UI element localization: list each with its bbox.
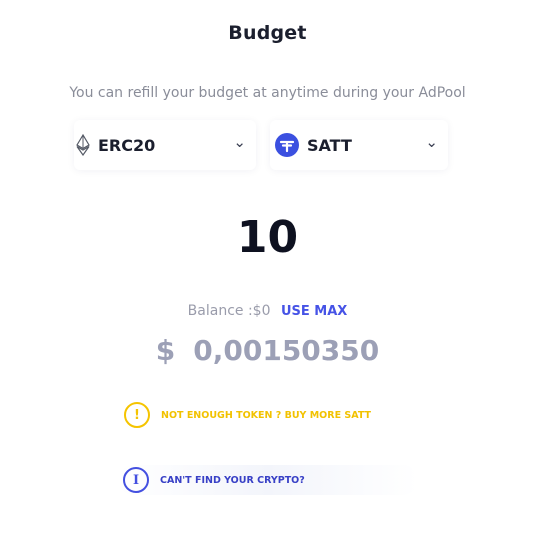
buy-more-satt-link[interactable]: ! NOT ENOUGH TOKEN ? BUY MORE SATT: [124, 402, 371, 428]
usd-equivalent: $0,00150350: [0, 334, 535, 367]
currency-symbol: $: [155, 334, 176, 367]
budget-subtitle: You can refill your budget at anytime du…: [69, 85, 466, 101]
balance-label: Balance :$0: [187, 303, 271, 319]
page-title: Budget: [228, 22, 307, 44]
info-circle-icon: i: [123, 467, 149, 493]
token-select[interactable]: SATT ⌄: [270, 120, 448, 170]
usd-value: 0,00150350: [193, 334, 380, 367]
budget-amount[interactable]: 10: [0, 212, 535, 263]
ethereum-icon: [76, 133, 90, 157]
network-value: ERC20: [98, 135, 156, 155]
chevron-down-icon: ⌄: [233, 133, 246, 151]
token-value: SATT: [307, 135, 352, 155]
cant-find-crypto-text: CAN'T FIND YOUR CRYPTO?: [160, 474, 305, 486]
balance-row: Balance :$0 USE MAX: [0, 303, 535, 319]
chevron-down-icon: ⌄: [425, 133, 438, 151]
buy-more-satt-text: NOT ENOUGH TOKEN ? BUY MORE SATT: [161, 409, 372, 421]
use-max-button[interactable]: USE MAX: [281, 304, 347, 319]
satt-token-icon: [275, 133, 299, 157]
cant-find-crypto-button[interactable]: i CAN'T FIND YOUR CRYPTO?: [118, 465, 418, 495]
exclamation-circle-icon: !: [124, 402, 150, 428]
network-select[interactable]: ERC20 ⌄: [74, 120, 256, 170]
